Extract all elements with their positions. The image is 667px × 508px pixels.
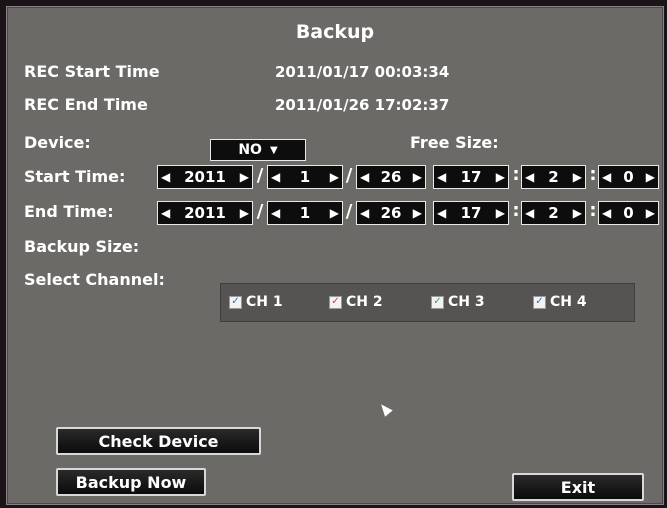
channel-label: CH 2 — [346, 294, 383, 310]
end-month-spinner[interactable]: ◀ 1 ▶ — [267, 201, 343, 225]
arrow-right-icon[interactable]: ▶ — [240, 206, 249, 220]
arrow-left-icon[interactable]: ◀ — [602, 170, 611, 184]
arrow-right-icon[interactable]: ▶ — [646, 206, 655, 220]
arrow-left-icon[interactable]: ◀ — [161, 170, 170, 184]
checkbox-checked-icon[interactable]: ✓ — [533, 295, 546, 309]
arrow-right-icon[interactable]: ▶ — [496, 206, 505, 220]
start-day-spinner[interactable]: ◀ 26 ▶ — [356, 165, 426, 189]
select-channel-label: Select Channel: — [24, 270, 165, 289]
arrow-right-icon[interactable]: ▶ — [646, 170, 655, 184]
arrow-left-icon[interactable]: ◀ — [360, 170, 369, 184]
checkbox-checked-icon[interactable]: ✓ — [431, 295, 444, 309]
channel-label: CH 4 — [550, 294, 587, 310]
free-size-label: Free Size: — [410, 133, 499, 152]
start-month-spinner[interactable]: ◀ 1 ▶ — [267, 165, 343, 189]
start-year-value: 2011 — [184, 168, 226, 186]
rec-end-value: 2011/01/26 17:02:37 — [275, 96, 450, 114]
rec-end-label: REC End Time — [24, 95, 148, 114]
checkbox-checked-icon[interactable]: ✓ — [229, 295, 242, 309]
channel-label: CH 3 — [448, 294, 485, 310]
exit-button[interactable]: Exit — [512, 473, 644, 501]
end-minute-value: 2 — [548, 204, 559, 222]
start-second-spinner[interactable]: ◀ 0 ▶ — [598, 165, 659, 189]
end-minute-spinner[interactable]: ◀ 2 ▶ — [521, 201, 586, 225]
arrow-right-icon[interactable]: ▶ — [240, 170, 249, 184]
start-minute-spinner[interactable]: ◀ 2 ▶ — [521, 165, 586, 189]
start-day-value: 26 — [380, 168, 402, 186]
date-separator: / — [345, 165, 353, 186]
checkbox-checked-icon[interactable]: ✓ — [329, 295, 342, 309]
start-year-spinner[interactable]: ◀ 2011 ▶ — [157, 165, 253, 189]
dialog-title: Backup — [295, 21, 375, 43]
check-device-button[interactable]: Check Device — [56, 427, 261, 455]
channel-option-3[interactable]: ✓ CH 3 — [431, 294, 485, 310]
arrow-right-icon[interactable]: ▶ — [413, 206, 422, 220]
chevron-down-icon: ▼ — [269, 144, 278, 156]
arrow-right-icon[interactable]: ▶ — [330, 206, 339, 220]
end-second-spinner[interactable]: ◀ 0 ▶ — [598, 201, 659, 225]
mouse-pointer-icon — [377, 401, 393, 417]
start-second-value: 0 — [623, 168, 634, 186]
arrow-left-icon[interactable]: ◀ — [602, 206, 611, 220]
arrow-left-icon[interactable]: ◀ — [525, 170, 534, 184]
start-hour-spinner[interactable]: ◀ 17 ▶ — [433, 165, 509, 189]
arrow-left-icon[interactable]: ◀ — [437, 206, 446, 220]
date-separator: / — [256, 165, 264, 186]
start-minute-value: 2 — [548, 168, 559, 186]
arrow-left-icon[interactable]: ◀ — [525, 206, 534, 220]
channel-option-1[interactable]: ✓ CH 1 — [229, 294, 283, 310]
end-hour-value: 17 — [460, 204, 482, 222]
start-time-label: Start Time: — [24, 167, 126, 186]
arrow-right-icon[interactable]: ▶ — [573, 206, 582, 220]
channel-option-2[interactable]: ✓ CH 2 — [329, 294, 383, 310]
backup-now-button[interactable]: Backup Now — [56, 468, 206, 496]
arrow-left-icon[interactable]: ◀ — [271, 170, 280, 184]
arrow-left-icon[interactable]: ◀ — [271, 206, 280, 220]
device-dropdown[interactable]: NO ▼ — [210, 139, 306, 161]
start-month-value: 1 — [299, 168, 311, 186]
arrow-right-icon[interactable]: ▶ — [413, 170, 422, 184]
device-label: Device: — [24, 133, 91, 152]
rec-start-value: 2011/01/17 00:03:34 — [275, 63, 450, 81]
date-separator: / — [256, 201, 264, 222]
backup-dialog: Backup REC Start Time 2011/01/17 00:03:3… — [6, 6, 664, 505]
channel-selector: ✓ CH 1 ✓ CH 2 ✓ CH 3 ✓ CH 4 — [220, 283, 635, 322]
end-day-value: 26 — [380, 204, 402, 222]
end-hour-spinner[interactable]: ◀ 17 ▶ — [433, 201, 509, 225]
end-time-label: End Time: — [24, 202, 114, 221]
channel-label: CH 1 — [246, 294, 283, 310]
end-year-value: 2011 — [184, 204, 226, 222]
rec-start-label: REC Start Time — [24, 62, 160, 81]
end-day-spinner[interactable]: ◀ 26 ▶ — [356, 201, 426, 225]
arrow-left-icon[interactable]: ◀ — [161, 206, 170, 220]
device-value: NO — [238, 142, 262, 158]
arrow-right-icon[interactable]: ▶ — [496, 170, 505, 184]
end-year-spinner[interactable]: ◀ 2011 ▶ — [157, 201, 253, 225]
date-separator: / — [345, 201, 353, 222]
end-second-value: 0 — [623, 204, 634, 222]
backup-size-label: Backup Size: — [24, 237, 140, 256]
arrow-right-icon[interactable]: ▶ — [330, 170, 339, 184]
arrow-right-icon[interactable]: ▶ — [573, 170, 582, 184]
arrow-left-icon[interactable]: ◀ — [360, 206, 369, 220]
end-month-value: 1 — [299, 204, 311, 222]
start-hour-value: 17 — [460, 168, 482, 186]
channel-option-4[interactable]: ✓ CH 4 — [533, 294, 587, 310]
arrow-left-icon[interactable]: ◀ — [437, 170, 446, 184]
